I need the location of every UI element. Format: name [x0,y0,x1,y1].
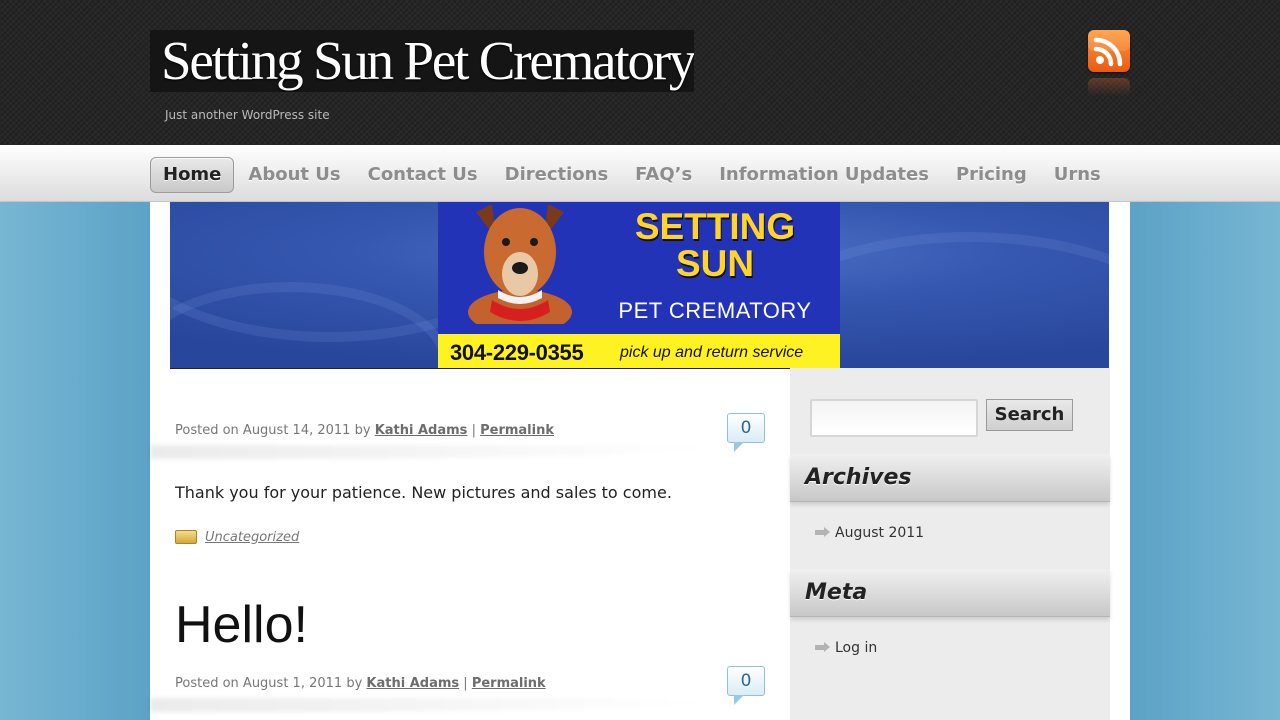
post-meta: Posted on August 1, 2011 by Kathi Adams … [175,676,546,691]
sign-phone-strip: 304-229-0355 pick up and return service [438,334,840,368]
comment-count-bubble[interactable]: 0 [727,413,765,452]
dog-photo [468,204,572,324]
site-tagline: Just another WordPress site [165,108,330,122]
rss-icon[interactable] [1088,30,1130,72]
post-body: Thank you for your patience. New picture… [175,483,672,502]
nav-item-about-us[interactable]: About Us [235,157,353,193]
archive-link-label: August 2011 [835,525,925,541]
posted-on-label: Posted on [175,423,239,438]
content-container: SETTING SUN PET CREMATORY 304-229-0355 p… [150,202,1130,720]
archives-widget-title: Archives [790,454,1110,502]
nav-item-home[interactable]: Home [150,157,235,193]
rss-reflection [1088,78,1130,96]
by-label: by [354,423,371,438]
meta-widget-title: Meta [790,569,1110,617]
post-date: August 1, 2011 [242,676,343,691]
login-link[interactable]: Log in [815,640,877,656]
sign-title-line1: SETTING [634,206,796,247]
main-navigation: Home About Us Contact Us Directions FAQ’… [0,145,1280,202]
sign-subtitle: PET CREMATORY [618,298,812,323]
arrow-right-icon [815,641,830,652]
post-date: August 14, 2011 [242,423,351,438]
by-label: by [346,676,363,691]
sign-title: SETTING SUN [602,208,828,282]
meta-separator: | [463,676,468,691]
nav-item-information-updates[interactable]: Information Updates [706,157,942,193]
folder-icon [175,530,197,544]
nav-item-directions[interactable]: Directions [492,157,622,193]
meta-divider [150,698,710,712]
post-title[interactable]: Hello! [175,595,308,655]
archive-link[interactable]: August 2011 [815,525,924,541]
category-link[interactable]: Uncategorized [205,530,299,545]
post-meta: Posted on August 14, 2011 by Kathi Adams… [175,423,554,438]
nav-item-contact-us[interactable]: Contact Us [355,157,491,193]
search-input[interactable] [810,399,978,437]
nav-item-faqs[interactable]: FAQ’s [622,157,705,193]
sidebar: Search Archives August 2011 Meta Log in [790,368,1110,720]
header-banner-image: SETTING SUN PET CREMATORY 304-229-0355 p… [170,202,1109,369]
meta-divider [150,445,710,459]
nav-item-pricing[interactable]: Pricing [943,157,1040,193]
site-title[interactable]: Setting Sun Pet Crematory [150,30,694,92]
sign-service: pick up and return service [620,344,804,361]
author-link[interactable]: Kathi Adams [366,676,459,691]
crematory-sign: SETTING SUN PET CREMATORY 304-229-0355 p… [438,202,840,368]
nav-item-urns[interactable]: Urns [1041,157,1114,193]
comment-count-bubble[interactable]: 0 [727,666,765,705]
search-button[interactable]: Search [986,399,1073,431]
permalink-link[interactable]: Permalink [472,676,546,691]
meta-separator: | [471,423,476,438]
author-link[interactable]: Kathi Adams [375,423,468,438]
posted-on-label: Posted on [175,676,239,691]
arrow-right-icon [815,526,830,537]
sign-title-line2: SUN [675,243,755,284]
sign-phone: 304-229-0355 [450,340,584,365]
permalink-link[interactable]: Permalink [480,423,554,438]
login-link-label: Log in [835,640,878,656]
site-header: Setting Sun Pet Crematory Just another W… [0,0,1280,145]
